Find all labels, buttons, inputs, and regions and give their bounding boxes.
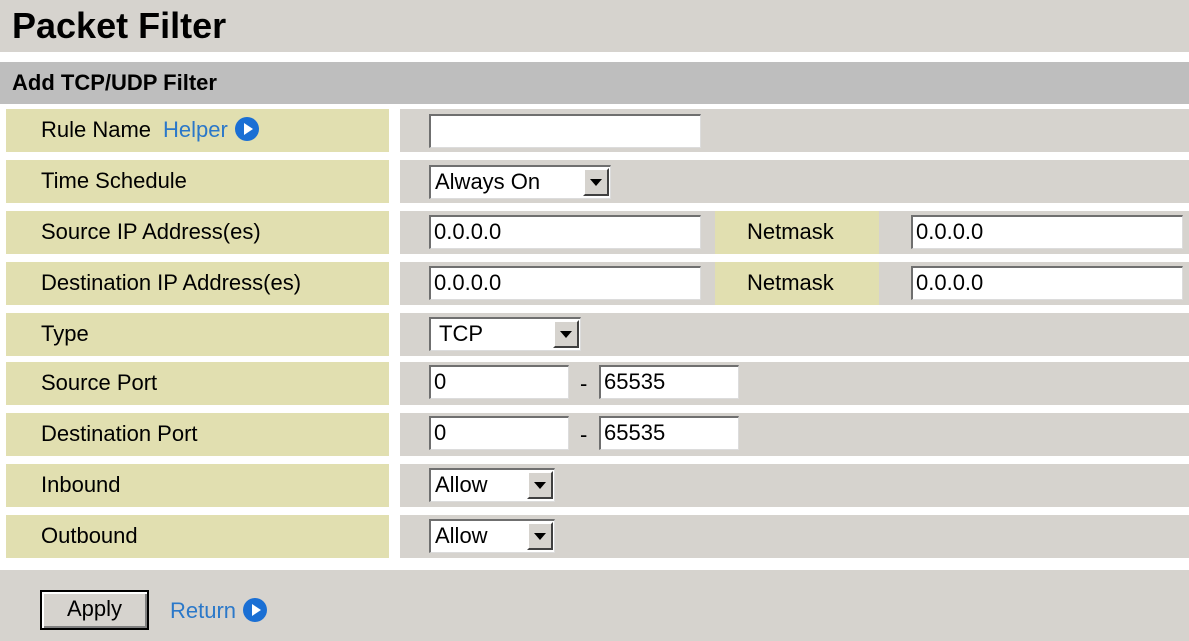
destination-netmask-label: Netmask [747,270,834,295]
outbound-select[interactable]: Allow [429,519,555,553]
rule-name-label-cell: Rule Name Helper [6,109,389,152]
inbound-value-cell: Allow [400,464,1189,507]
source-port-to-input[interactable]: 65535 [599,365,739,399]
time-schedule-value-cell: Always On [400,160,1189,203]
source-port-label-cell: Source Port [6,362,389,405]
destination-port-separator: - [580,422,588,447]
time-schedule-select[interactable]: Always On [429,165,611,199]
section-header: Add TCP/UDP Filter [0,62,1189,104]
row-source-ip: Source IP Address(es) 0.0.0.0 Netmask 0.… [0,211,1189,254]
return-label[interactable]: Return [170,598,236,623]
source-ip-label-cell: Source IP Address(es) [6,211,389,254]
time-schedule-label: Time Schedule [41,168,187,193]
source-ip-value-cell: 0.0.0.0 Netmask 0.0.0.0 [400,211,1189,254]
source-ip-label: Source IP Address(es) [41,219,261,244]
source-ip-input[interactable]: 0.0.0.0 [429,215,701,249]
outbound-label: Outbound [41,523,138,548]
section-title: Add TCP/UDP Filter [12,70,217,95]
source-netmask-label: Netmask [747,219,834,244]
row-source-port: Source Port 0 - 65535 [0,362,1189,405]
source-netmask-input[interactable]: 0.0.0.0 [911,215,1183,249]
rule-name-input[interactable] [429,114,701,148]
row-inbound: Inbound Allow [0,464,1189,507]
outbound-label-cell: Outbound [6,515,389,558]
type-label-cell: Type [6,313,389,356]
source-port-from-input[interactable]: 0 [429,365,569,399]
inbound-label-cell: Inbound [6,464,389,507]
row-type: Type TCP [0,313,1189,356]
source-port-value-cell: 0 - 65535 [400,362,1189,405]
rule-name-value-cell [400,109,1189,152]
destination-port-label-cell: Destination Port [6,413,389,456]
source-netmask-label-cell: Netmask [715,211,879,254]
destination-port-from-input[interactable]: 0 [429,416,569,450]
chevron-down-icon[interactable] [553,320,579,348]
inbound-select[interactable]: Allow [429,468,555,502]
row-destination-ip: Destination IP Address(es) 0.0.0.0 Netma… [0,262,1189,305]
destination-port-label: Destination Port [41,421,198,446]
chevron-down-icon[interactable] [527,471,553,499]
row-time-schedule: Time Schedule Always On [0,160,1189,203]
rule-name-label: Rule Name [41,117,152,142]
outbound-value-cell: Allow [400,515,1189,558]
time-schedule-label-cell: Time Schedule [6,160,389,203]
page-title: Packet Filter [12,5,227,46]
type-label: Type [41,321,89,346]
chevron-down-icon[interactable] [583,168,609,196]
chevron-down-icon[interactable] [527,522,553,550]
inbound-selected: Allow [435,472,488,497]
row-destination-port: Destination Port 0 - 65535 [0,413,1189,456]
destination-port-value-cell: 0 - 65535 [400,413,1189,456]
packet-filter-page: Packet Filter Add TCP/UDP Filter Rule Na… [0,0,1189,641]
type-select[interactable]: TCP [429,317,581,351]
outbound-selected: Allow [435,523,488,548]
source-port-label: Source Port [41,370,158,395]
time-schedule-selected: Always On [435,169,541,194]
row-rule-name: Rule Name Helper [0,109,1189,152]
destination-ip-value-cell: 0.0.0.0 Netmask 0.0.0.0 [400,262,1189,305]
helper-link[interactable]: Helper [163,117,228,142]
destination-port-to-input[interactable]: 65535 [599,416,739,450]
type-selected: TCP [439,321,483,346]
helper-arrow-icon[interactable] [234,117,259,141]
title-bar: Packet Filter [0,0,1189,54]
destination-netmask-label-cell: Netmask [715,262,879,305]
type-value-cell: TCP [400,313,1189,356]
return-arrow-icon[interactable] [243,598,268,622]
destination-ip-label: Destination IP Address(es) [41,270,302,295]
footer-bar: Apply Return [0,570,1189,641]
destination-ip-label-cell: Destination IP Address(es) [6,262,389,305]
inbound-label: Inbound [41,472,121,497]
return-link[interactable]: Return [170,598,268,624]
destination-netmask-input[interactable]: 0.0.0.0 [911,266,1183,300]
apply-button[interactable]: Apply [40,590,149,630]
source-port-separator: - [580,371,588,396]
destination-ip-input[interactable]: 0.0.0.0 [429,266,701,300]
row-outbound: Outbound Allow [0,515,1189,558]
